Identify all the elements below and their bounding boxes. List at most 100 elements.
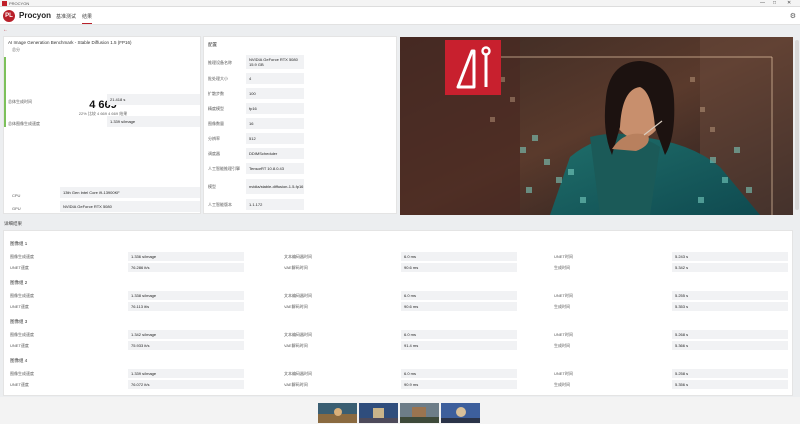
- detail-label: 生成时间: [554, 265, 570, 270]
- spec-label: 人工智能推理引擎: [208, 166, 240, 171]
- detail-label: UNET速度: [10, 343, 29, 348]
- spec-label: 批处理大小: [208, 76, 228, 81]
- spec-value: nvidia/stable-diffusion-1.5-fp16: [246, 179, 304, 194]
- pass-title: 图像组 3: [10, 319, 28, 324]
- spec-value: 1.1.172: [246, 199, 304, 210]
- detail-label: 生成时间: [554, 343, 570, 348]
- detail-label: UNET时间: [554, 332, 573, 337]
- spec-value: fp16: [246, 103, 304, 114]
- thumbnail-4[interactable]: [441, 403, 480, 423]
- score-subtitle: 总分: [12, 47, 20, 52]
- detail-value: 90.9 ms: [401, 380, 517, 389]
- metric-label: 总体图像生成速度: [8, 121, 40, 126]
- detail-label: 文本编码器时间: [284, 371, 312, 376]
- detail-value: 5.258 s: [672, 369, 788, 378]
- detail-value: 5.353 s: [672, 302, 788, 311]
- detail-value: 5.356 s: [672, 380, 788, 389]
- detail-label: UNET速度: [10, 382, 29, 387]
- detail-label: 文本编码器时间: [284, 254, 312, 259]
- spec-label: 调度器: [208, 151, 220, 156]
- back-button[interactable]: ←: [3, 27, 8, 33]
- spec-value: 512: [246, 133, 304, 144]
- nav-benchmarks[interactable]: 基准测试: [56, 13, 76, 20]
- detail-value: 5.243 s: [672, 252, 788, 261]
- maximize-icon[interactable]: □: [773, 0, 776, 7]
- spec-label: 图像数量: [208, 121, 224, 126]
- metric-label: 总体生成时间: [8, 99, 32, 104]
- minimize-icon[interactable]: —: [760, 0, 765, 7]
- detail-label: 文本编码器时间: [284, 293, 312, 298]
- detail-value: 91.4 ms: [401, 341, 517, 350]
- gpu-label: GPU: [12, 206, 21, 211]
- detail-value: 75.933 it/s: [128, 341, 244, 350]
- detail-label: 生成时间: [554, 382, 570, 387]
- spec-label: 精度模型: [208, 106, 224, 111]
- thumbnail-2[interactable]: [359, 403, 398, 423]
- window-title: PROCYON: [9, 1, 30, 6]
- spec-value: TensorRT 10.8.0.43: [246, 163, 304, 174]
- thumbnail-3[interactable]: [400, 403, 439, 423]
- procyon-logo-icon: PL: [3, 10, 15, 22]
- gpu-value: NVIDIA GeForce RTX 5080: [60, 201, 200, 212]
- detail-label: 图像生成速度: [10, 293, 34, 298]
- detail-label: UNET速度: [10, 304, 29, 309]
- spec-value: DDIMScheduler: [246, 148, 304, 159]
- configuration-title: 配置: [208, 42, 217, 47]
- detail-value: 1.342 s/image: [128, 330, 244, 339]
- configuration-card: 配置 推理设备名称 NVIDIA GeForce RTX 5080 15.9 GB…: [203, 36, 397, 214]
- detail-label: VAE解码时间: [284, 343, 308, 348]
- detail-value: 5.255 s: [672, 291, 788, 300]
- detail-label: VAE解码时间: [284, 304, 308, 309]
- score-card: AI Image Generation Benchmark - Stable D…: [3, 36, 201, 214]
- detail-value: 5.268 s: [672, 330, 788, 339]
- pass-title: 图像组 2: [10, 280, 28, 285]
- close-icon[interactable]: ✕: [787, 0, 791, 7]
- cpu-value: 13th Gen Intel Core i9-13900KF: [60, 187, 200, 198]
- detail-label: 生成时间: [554, 304, 570, 309]
- details-heading: 详细结果: [4, 221, 22, 226]
- detail-value: 90.6 ms: [401, 302, 517, 311]
- detail-value: 1.336 s/image: [128, 252, 244, 261]
- spec-label: 扩散步数: [208, 91, 224, 96]
- brand-name: Procyon: [19, 11, 52, 20]
- detail-value: 5.342 s: [672, 263, 788, 272]
- detail-value: 1.339 s/image: [128, 369, 244, 378]
- arrow-left-icon[interactable]: ←: [3, 27, 8, 33]
- detail-value: 6.0 ms: [401, 369, 517, 378]
- detail-label: VAE解码时间: [284, 382, 308, 387]
- scrollbar[interactable]: [795, 40, 799, 210]
- gear-icon[interactable]: ⚙: [790, 12, 796, 20]
- app-icon: [2, 1, 7, 6]
- detail-value: 90.6 ms: [401, 263, 517, 272]
- detail-label: 图像生成速度: [10, 371, 34, 376]
- detail-label: 图像生成速度: [10, 332, 34, 337]
- pass-title: 图像组 1: [10, 241, 28, 246]
- detail-value: 6.0 ms: [401, 291, 517, 300]
- detail-value: 1.338 s/image: [128, 291, 244, 300]
- detail-label: UNET速度: [10, 265, 29, 270]
- detail-label: UNET时间: [554, 293, 573, 298]
- detail-label: UNET时间: [554, 371, 573, 376]
- detail-label: 文本编码器时间: [284, 332, 312, 337]
- cpu-label: CPU: [12, 193, 21, 198]
- thumbnail-1[interactable]: [318, 403, 357, 423]
- detail-value: 76.072 it/s: [128, 380, 244, 389]
- spec-label: 模型: [208, 184, 216, 189]
- portrait-illustration: [400, 37, 793, 215]
- benchmark-title: AI Image Generation Benchmark - Stable D…: [8, 40, 132, 45]
- details-card: 图像组 1 图像生成速度 1.336 s/image 文本编码器时间 6.0 ms UNE…: [3, 230, 793, 396]
- spec-label: 人工智能版本: [208, 202, 232, 207]
- spec-label: 推理设备名称: [208, 60, 232, 65]
- detail-value: 5.366 s: [672, 341, 788, 350]
- spec-value: NVIDIA GeForce RTX 5080 15.9 GB: [246, 55, 304, 69]
- spec-label: 分辨率: [208, 136, 220, 141]
- window-titlebar: PROCYON — □ ✕: [0, 0, 800, 7]
- spec-value: 16: [246, 118, 304, 129]
- detail-value: 76.113 it/s: [128, 302, 244, 311]
- spec-value: 100: [246, 88, 304, 99]
- app-header: PL Procyon 基准测试 结果 ⚙: [0, 7, 800, 25]
- nav-results[interactable]: 结果: [82, 13, 93, 24]
- detail-label: 图像生成速度: [10, 254, 34, 259]
- spec-value: 4: [246, 73, 304, 84]
- generated-image-preview: [400, 37, 793, 215]
